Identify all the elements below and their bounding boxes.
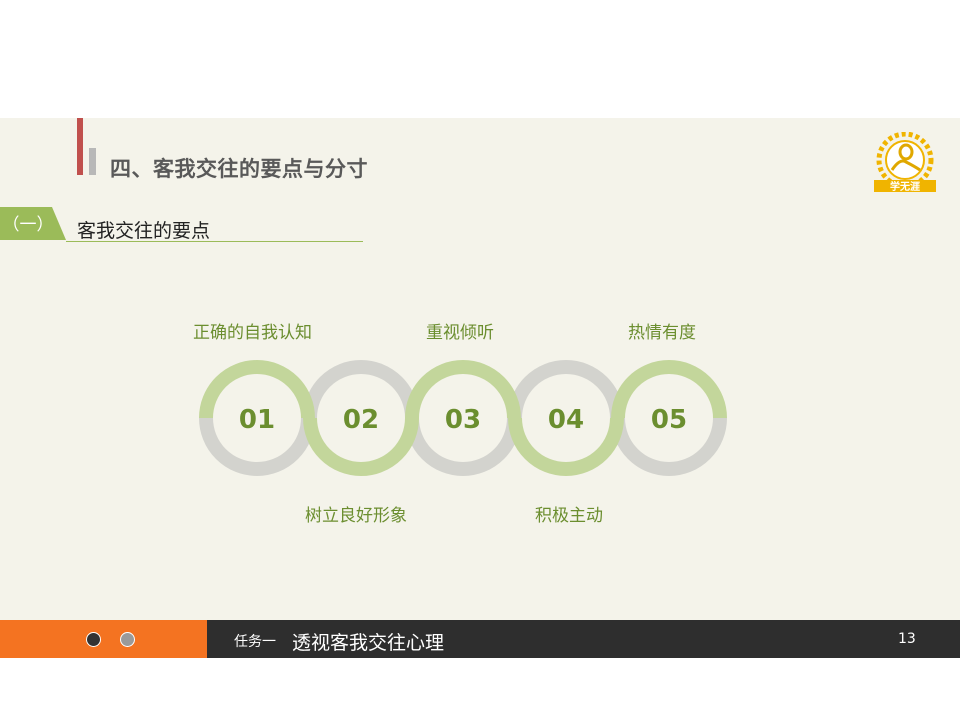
ring-number-02: 02 [343, 405, 379, 435]
point-label-03: 重视倾听 [426, 323, 494, 343]
slide: 四、客我交往的要点与分寸 学无涯 （一） 客我交往的要点 01 02 03 04 05 … [0, 118, 960, 658]
ring-number-04: 04 [548, 405, 584, 435]
footer: 任务一 透视客我交往心理 13 [0, 620, 960, 658]
ring-number-01: 01 [239, 405, 275, 435]
ring-number-03: 03 [445, 405, 481, 435]
ring-number-05: 05 [651, 405, 687, 435]
footer-task: 任务一 [234, 634, 276, 650]
footer-topic: 透视客我交往心理 [292, 632, 445, 654]
point-label-01: 正确的自我认知 [193, 323, 312, 343]
point-label-05: 热情有度 [628, 323, 696, 343]
footer-orange-block [0, 620, 207, 658]
nav-dot-2[interactable] [120, 632, 135, 647]
point-label-02: 树立良好形象 [305, 506, 407, 526]
point-label-04: 积极主动 [535, 506, 603, 526]
page-number: 13 [898, 631, 916, 647]
nav-dot-1[interactable] [86, 632, 101, 647]
points-rings: 01 02 03 04 05 [199, 360, 727, 476]
